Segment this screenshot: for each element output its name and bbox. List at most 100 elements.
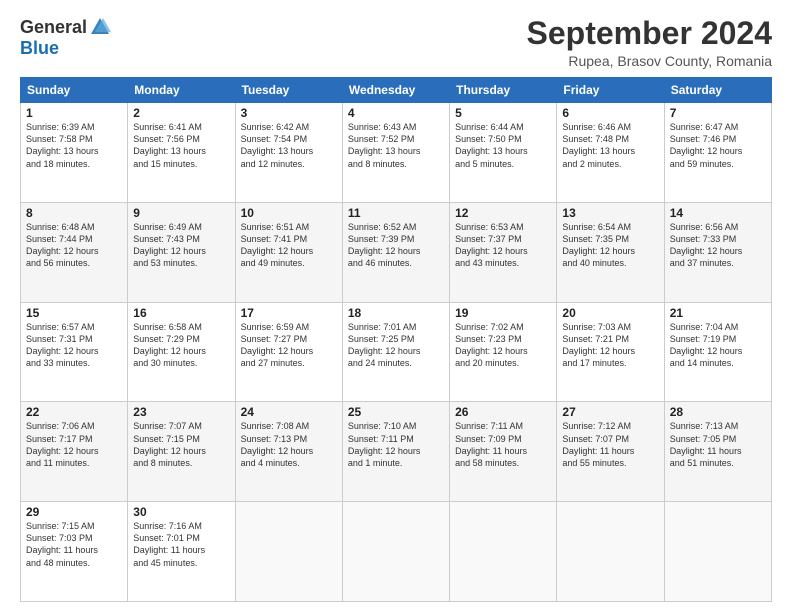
day-number: 11: [348, 206, 444, 220]
calendar-cell: 4 Sunrise: 6:43 AMSunset: 7:52 PMDaylight…: [342, 103, 449, 203]
calendar-page: General Blue September 2024 Rupea, Braso…: [0, 0, 792, 612]
logo-blue: Blue: [20, 38, 59, 59]
calendar-cell: 2Sunrise: 6:41 AMSunset: 7:56 PMDaylight…: [128, 103, 235, 203]
col-sunday: Sunday: [21, 78, 128, 103]
day-number: 27: [562, 405, 658, 419]
day-info: Sunrise: 6:56 AMSunset: 7:33 PMDaylight:…: [670, 222, 743, 268]
calendar-week-2: 8Sunrise: 6:48 AMSunset: 7:44 PMDaylight…: [21, 202, 772, 302]
calendar-table: Sunday Monday Tuesday Wednesday Thursday…: [20, 77, 772, 602]
day-info: Sunrise: 6:44 AMSunset: 7:50 PMDaylight:…: [455, 122, 528, 168]
col-tuesday: Tuesday: [235, 78, 342, 103]
month-title: September 2024: [527, 16, 772, 51]
calendar-cell: 5 Sunrise: 6:44 AMSunset: 7:50 PMDaylight…: [450, 103, 557, 203]
col-wednesday: Wednesday: [342, 78, 449, 103]
calendar-cell: [342, 502, 449, 602]
calendar-cell: 18 Sunrise: 7:01 AMSunset: 7:25 PMDayligh…: [342, 302, 449, 402]
calendar-cell: 29Sunrise: 7:15 AMSunset: 7:03 PMDayligh…: [21, 502, 128, 602]
calendar-cell: 26 Sunrise: 7:11 AMSunset: 7:09 PMDayligh…: [450, 402, 557, 502]
day-number: 21: [670, 306, 766, 320]
calendar-week-1: 1 Sunrise: 6:39 AMSunset: 7:58 PMDaylight…: [21, 103, 772, 203]
day-info: Sunrise: 7:04 AMSunset: 7:19 PMDaylight:…: [670, 322, 743, 368]
day-info: Sunrise: 7:01 AMSunset: 7:25 PMDaylight:…: [348, 322, 421, 368]
day-number: 23: [133, 405, 229, 419]
day-number: 25: [348, 405, 444, 419]
col-monday: Monday: [128, 78, 235, 103]
day-info: Sunrise: 7:12 AMSunset: 7:07 PMDaylight:…: [562, 421, 634, 467]
day-number: 4: [348, 106, 444, 120]
day-info: Sunrise: 6:49 AMSunset: 7:43 PMDaylight:…: [133, 222, 206, 268]
calendar-cell: 13Sunrise: 6:54 AMSunset: 7:35 PMDayligh…: [557, 202, 664, 302]
calendar-cell: 15Sunrise: 6:57 AMSunset: 7:31 PMDayligh…: [21, 302, 128, 402]
day-info: Sunrise: 6:52 AMSunset: 7:39 PMDaylight:…: [348, 222, 421, 268]
day-number: 3: [241, 106, 337, 120]
calendar-cell: 24 Sunrise: 7:08 AMSunset: 7:13 PMDayligh…: [235, 402, 342, 502]
day-number: 24: [241, 405, 337, 419]
day-info: Sunrise: 7:10 AMSunset: 7:11 PMDaylight:…: [348, 421, 421, 467]
calendar-cell: 30 Sunrise: 7:16 AMSunset: 7:01 PMDayligh…: [128, 502, 235, 602]
calendar-cell: 14 Sunrise: 6:56 AMSunset: 7:33 PMDayligh…: [664, 202, 771, 302]
logo: General Blue: [20, 16, 111, 59]
day-info: Sunrise: 6:59 AMSunset: 7:27 PMDaylight:…: [241, 322, 314, 368]
day-number: 22: [26, 405, 122, 419]
day-info: Sunrise: 7:06 AMSunset: 7:17 PMDaylight:…: [26, 421, 99, 467]
day-number: 5: [455, 106, 551, 120]
calendar-cell: 9 Sunrise: 6:49 AMSunset: 7:43 PMDaylight…: [128, 202, 235, 302]
day-info: Sunrise: 6:47 AMSunset: 7:46 PMDaylight:…: [670, 122, 743, 168]
calendar-cell: 6Sunrise: 6:46 AMSunset: 7:48 PMDaylight…: [557, 103, 664, 203]
day-info: Sunrise: 6:43 AMSunset: 7:52 PMDaylight:…: [348, 122, 421, 168]
day-info: Sunrise: 7:13 AMSunset: 7:05 PMDaylight:…: [670, 421, 742, 467]
location: Rupea, Brasov County, Romania: [527, 53, 772, 69]
day-info: Sunrise: 7:08 AMSunset: 7:13 PMDaylight:…: [241, 421, 314, 467]
calendar-cell: [557, 502, 664, 602]
calendar-cell: 22 Sunrise: 7:06 AMSunset: 7:17 PMDayligh…: [21, 402, 128, 502]
day-number: 1: [26, 106, 122, 120]
calendar-cell: 16Sunrise: 6:58 AMSunset: 7:29 PMDayligh…: [128, 302, 235, 402]
day-info: Sunrise: 7:16 AMSunset: 7:01 PMDaylight:…: [133, 521, 205, 567]
col-thursday: Thursday: [450, 78, 557, 103]
day-number: 14: [670, 206, 766, 220]
col-friday: Friday: [557, 78, 664, 103]
day-info: Sunrise: 6:51 AMSunset: 7:41 PMDaylight:…: [241, 222, 314, 268]
calendar-cell: 25 Sunrise: 7:10 AMSunset: 7:11 PMDayligh…: [342, 402, 449, 502]
day-number: 7: [670, 106, 766, 120]
calendar-week-4: 22 Sunrise: 7:06 AMSunset: 7:17 PMDayligh…: [21, 402, 772, 502]
calendar-cell: 21 Sunrise: 7:04 AMSunset: 7:19 PMDayligh…: [664, 302, 771, 402]
calendar-cell: [450, 502, 557, 602]
logo-icon: [89, 16, 111, 38]
day-info: Sunrise: 6:54 AMSunset: 7:35 PMDaylight:…: [562, 222, 635, 268]
day-number: 29: [26, 505, 122, 519]
day-info: Sunrise: 6:53 AMSunset: 7:37 PMDaylight:…: [455, 222, 528, 268]
day-number: 9: [133, 206, 229, 220]
calendar-cell: 19 Sunrise: 7:02 AMSunset: 7:23 PMDayligh…: [450, 302, 557, 402]
day-info: Sunrise: 6:41 AMSunset: 7:56 PMDaylight:…: [133, 122, 206, 168]
logo-text: General: [20, 16, 111, 38]
day-number: 10: [241, 206, 337, 220]
day-info: Sunrise: 7:03 AMSunset: 7:21 PMDaylight:…: [562, 322, 635, 368]
day-number: 28: [670, 405, 766, 419]
calendar-cell: 11 Sunrise: 6:52 AMSunset: 7:39 PMDayligh…: [342, 202, 449, 302]
day-number: 18: [348, 306, 444, 320]
day-info: Sunrise: 7:11 AMSunset: 7:09 PMDaylight:…: [455, 421, 527, 467]
day-number: 16: [133, 306, 229, 320]
calendar-cell: 7 Sunrise: 6:47 AMSunset: 7:46 PMDaylight…: [664, 103, 771, 203]
day-number: 6: [562, 106, 658, 120]
calendar-cell: 20 Sunrise: 7:03 AMSunset: 7:21 PMDayligh…: [557, 302, 664, 402]
day-info: Sunrise: 7:02 AMSunset: 7:23 PMDaylight:…: [455, 322, 528, 368]
calendar-cell: [235, 502, 342, 602]
calendar-week-3: 15Sunrise: 6:57 AMSunset: 7:31 PMDayligh…: [21, 302, 772, 402]
calendar-week-5: 29Sunrise: 7:15 AMSunset: 7:03 PMDayligh…: [21, 502, 772, 602]
day-number: 30: [133, 505, 229, 519]
calendar-header-row: Sunday Monday Tuesday Wednesday Thursday…: [21, 78, 772, 103]
header: General Blue September 2024 Rupea, Braso…: [20, 16, 772, 69]
day-info: Sunrise: 6:39 AMSunset: 7:58 PMDaylight:…: [26, 122, 99, 168]
day-number: 15: [26, 306, 122, 320]
day-number: 20: [562, 306, 658, 320]
calendar-cell: [664, 502, 771, 602]
day-number: 19: [455, 306, 551, 320]
calendar-cell: 17Sunrise: 6:59 AMSunset: 7:27 PMDayligh…: [235, 302, 342, 402]
title-area: September 2024 Rupea, Brasov County, Rom…: [527, 16, 772, 69]
calendar-cell: 28 Sunrise: 7:13 AMSunset: 7:05 PMDayligh…: [664, 402, 771, 502]
calendar-cell: 3 Sunrise: 6:42 AMSunset: 7:54 PMDaylight…: [235, 103, 342, 203]
day-number: 26: [455, 405, 551, 419]
day-info: Sunrise: 6:42 AMSunset: 7:54 PMDaylight:…: [241, 122, 314, 168]
